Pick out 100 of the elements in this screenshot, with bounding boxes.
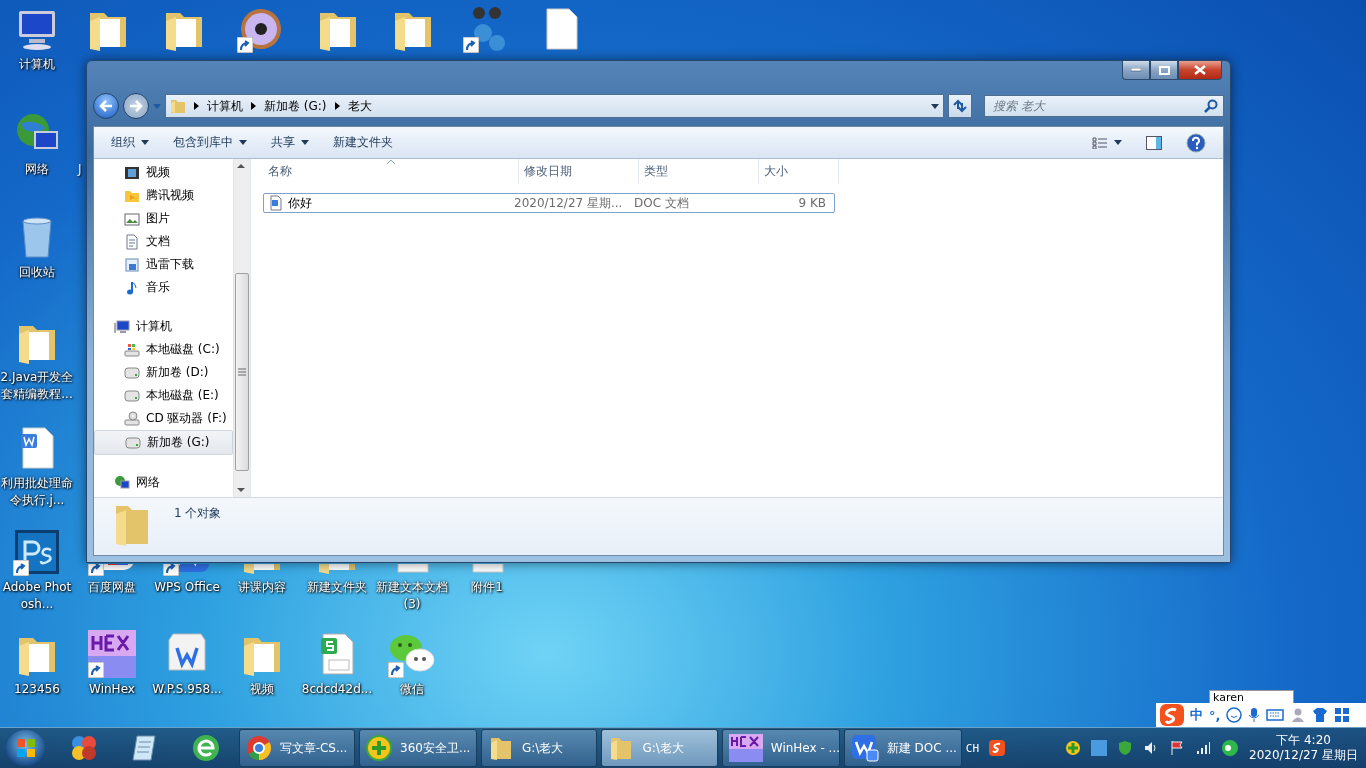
drive-icon bbox=[124, 387, 140, 404]
nav-item[interactable]: 新加卷 (G:) bbox=[94, 430, 233, 455]
taskbar-button[interactable]: G:\老大 bbox=[481, 729, 598, 767]
column-header[interactable]: 名称 bbox=[263, 159, 519, 183]
minimize-button[interactable] bbox=[1122, 61, 1150, 80]
back-button[interactable] bbox=[93, 93, 119, 119]
plus360-icon bbox=[366, 735, 393, 761]
file-name: 你好 bbox=[288, 194, 312, 212]
browser-icon bbox=[191, 733, 222, 763]
refresh-button[interactable] bbox=[948, 94, 972, 118]
hex-desktop-icon[interactable] bbox=[88, 630, 136, 678]
caret-icon bbox=[239, 140, 247, 145]
wps-icon bbox=[850, 734, 879, 762]
tray-app-icon[interactable] bbox=[1091, 740, 1108, 756]
folder-icon bbox=[170, 98, 186, 114]
nav-item[interactable]: 迅雷下载 bbox=[94, 253, 233, 276]
input-mode[interactable]: 中 bbox=[1190, 706, 1203, 724]
maximize-button[interactable] bbox=[1150, 61, 1178, 80]
smiley-icon[interactable] bbox=[1226, 707, 1243, 723]
details-view-icon bbox=[1092, 136, 1108, 149]
chevron-icon bbox=[334, 102, 340, 110]
column-header[interactable]: 类型 bbox=[639, 159, 759, 183]
desktop-icon-label: 微信 bbox=[400, 681, 424, 698]
nav-item[interactable]: 本地磁盘 (E:) bbox=[94, 384, 233, 407]
docs-icon bbox=[124, 233, 140, 250]
drive-icon bbox=[124, 364, 140, 381]
chevron-icon bbox=[251, 102, 256, 110]
grid-icon[interactable] bbox=[1334, 707, 1351, 723]
caret-icon bbox=[931, 103, 939, 109]
toolbar-button[interactable]: 组织 bbox=[102, 130, 158, 155]
desktop-icon-label: WPS Office bbox=[154, 579, 220, 596]
nav-item[interactable]: 本地磁盘 (C:) bbox=[94, 338, 233, 361]
nav-item[interactable]: 腾讯视频 bbox=[94, 184, 233, 207]
desktop-icon-label: 2.Java开发全套精编教程... bbox=[0, 369, 74, 403]
document-icon bbox=[268, 195, 284, 211]
ps-desktop-icon[interactable] bbox=[13, 528, 61, 576]
chevron-icon bbox=[194, 102, 199, 110]
taskbar-button[interactable]: 360安全卫... bbox=[359, 729, 478, 767]
close-button[interactable] bbox=[1178, 61, 1222, 80]
nav-item[interactable]: 文档 bbox=[94, 230, 233, 253]
download-icon bbox=[124, 256, 140, 273]
notepad-icon bbox=[131, 733, 159, 763]
start-button[interactable] bbox=[6, 730, 46, 766]
nav-item[interactable]: 音乐 bbox=[94, 276, 233, 299]
toolbar-button[interactable]: 共享 bbox=[262, 130, 318, 155]
desktop-icon-label: 利用批处理命令执行.j... bbox=[0, 475, 74, 509]
breadcrumb-item[interactable]: 新加卷 (G:) bbox=[264, 97, 327, 115]
column-header[interactable]: 大小 bbox=[759, 159, 839, 183]
scrollbar[interactable] bbox=[233, 159, 250, 497]
caret-icon bbox=[1114, 140, 1122, 145]
search-icon[interactable] bbox=[1204, 99, 1218, 113]
desktop-icon-label: 百度网盘 bbox=[88, 579, 136, 596]
minimize-icon bbox=[1131, 68, 1141, 72]
taskbar-button[interactable]: WinHex - ... bbox=[721, 729, 840, 767]
breadcrumb-item[interactable]: 老大 bbox=[347, 97, 372, 115]
caret-icon bbox=[301, 140, 309, 145]
punctuation-mode[interactable]: °, bbox=[1209, 707, 1221, 723]
preview-pane-icon bbox=[1146, 135, 1162, 150]
taskbar-button[interactable]: 写文章-CS... bbox=[238, 729, 356, 767]
desktop-icon-label: 网络 bbox=[25, 161, 49, 178]
language-indicator[interactable]: CH bbox=[965, 741, 980, 755]
desktop-icon-label: Adobe Photosh... bbox=[1, 579, 73, 613]
toolbar-button[interactable]: 新建文件夹 bbox=[324, 130, 402, 155]
grip-icon bbox=[238, 368, 246, 376]
desktop-icon-label: WinHex bbox=[89, 681, 135, 698]
hex-icon bbox=[728, 734, 763, 762]
address-bar[interactable]: 计算机 新加卷 (G:) 老大 bbox=[165, 94, 944, 118]
file-date: 2020/12/27 星期... bbox=[514, 194, 623, 212]
caret-icon bbox=[141, 140, 149, 145]
shirt-icon[interactable] bbox=[1312, 707, 1329, 723]
clock[interactable]: 下午 4:20 2020/12/27 星期日 bbox=[1249, 733, 1358, 763]
close-icon bbox=[1194, 65, 1206, 75]
search-field[interactable]: 搜索 老大 bbox=[984, 95, 1224, 117]
column-header[interactable]: 修改日期 bbox=[519, 159, 639, 183]
nav-item[interactable]: 计算机 bbox=[94, 315, 233, 338]
signal-icon[interactable] bbox=[1195, 740, 1212, 756]
nav-item[interactable]: 图片 bbox=[94, 207, 233, 230]
nav-item[interactable]: 网络 bbox=[94, 471, 233, 494]
file-size: 9 KB bbox=[798, 196, 826, 210]
nav-item[interactable]: 新加卷 (D:) bbox=[94, 361, 233, 384]
breadcrumb-item[interactable]: 计算机 bbox=[207, 97, 243, 115]
flag-icon[interactable] bbox=[1169, 740, 1186, 756]
desktop-icon-label: J bbox=[78, 162, 82, 176]
nav-item[interactable]: 视频 bbox=[94, 161, 233, 184]
music-icon bbox=[124, 279, 140, 296]
file-row[interactable]: 你好 2020/12/27 星期... DOC 文档 9 KB bbox=[263, 193, 835, 213]
desktop-icon-label: 新建文本文档 (3) bbox=[375, 579, 449, 613]
taskbar-button[interactable]: 新建 DOC ... bbox=[843, 729, 962, 767]
keyboard-icon[interactable] bbox=[1266, 708, 1285, 722]
computer-icon bbox=[114, 318, 130, 335]
sogou-icon[interactable] bbox=[989, 740, 1006, 756]
nav-item[interactable]: CD 驱动器 (F:) bbox=[94, 407, 233, 430]
desktop-icon-label: 回收站 bbox=[19, 264, 55, 281]
forward-button[interactable] bbox=[123, 93, 149, 119]
wechat-icon[interactable] bbox=[1221, 739, 1240, 757]
shield-icon[interactable] bbox=[1117, 740, 1134, 756]
help-icon bbox=[1186, 132, 1206, 153]
toolbar-button[interactable]: 包含到库中 bbox=[164, 130, 256, 155]
plus-icon[interactable] bbox=[1065, 740, 1082, 756]
microphone-icon[interactable] bbox=[1248, 707, 1261, 723]
